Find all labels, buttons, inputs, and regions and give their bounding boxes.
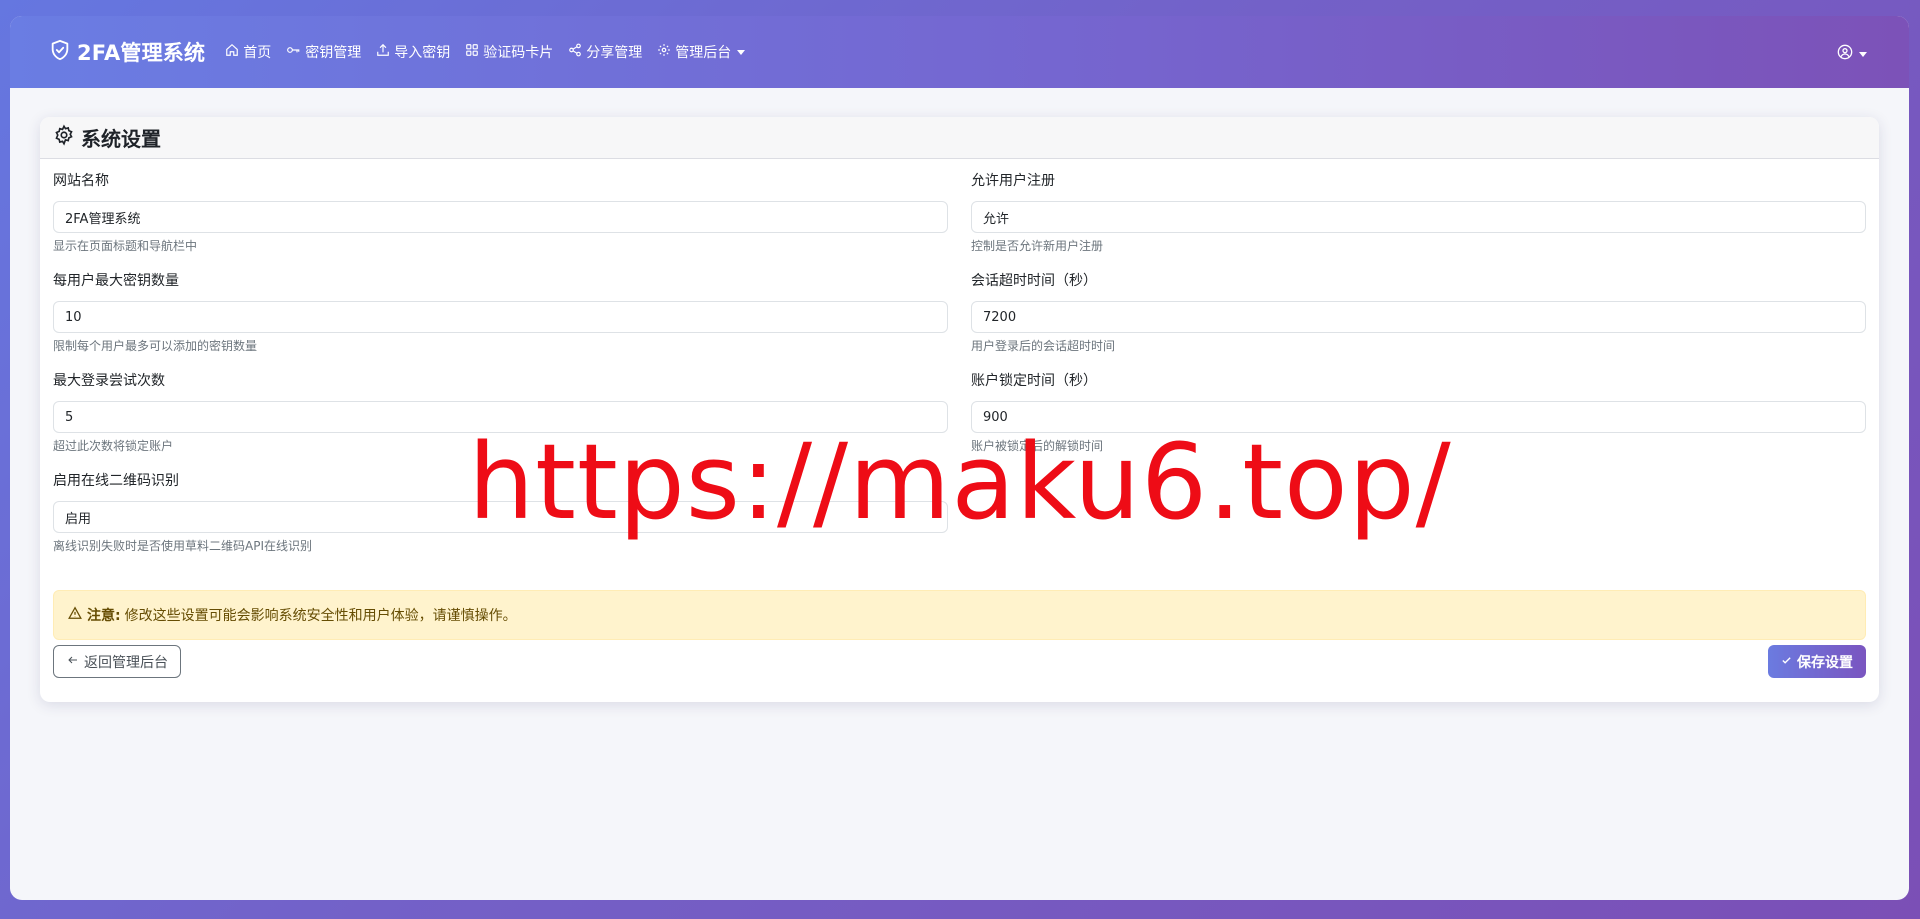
warning-icon bbox=[68, 606, 82, 624]
brand-title: 2FA管理系统 bbox=[77, 41, 206, 65]
card-header: 系统设置 bbox=[40, 117, 1879, 159]
field-allow-registration: 允许用户注册 允许 控制是否允许新用户注册 bbox=[971, 171, 1866, 254]
chevron-down-icon bbox=[737, 49, 746, 55]
field-max-keys: 每用户最大密钥数量 10 限制每个用户最多可以添加的密钥数量 bbox=[53, 271, 948, 354]
page-title: 系统设置 bbox=[81, 127, 161, 151]
field-help: 离线识别失败时是否使用草料二维码API在线识别 bbox=[53, 539, 312, 553]
field-help: 控制是否允许新用户注册 bbox=[971, 239, 1104, 253]
share-icon bbox=[568, 43, 586, 61]
nav-admin-dropdown[interactable]: 管理后台 bbox=[657, 42, 746, 62]
max-login-attempts-input[interactable]: 5 bbox=[53, 401, 948, 433]
field-max-login-attempts: 最大登录尝试次数 5 超过此次数将锁定账户 bbox=[53, 371, 948, 454]
field-lockout-time: 账户锁定时间（秒） 900 账户被锁定后的解锁时间 bbox=[971, 371, 1866, 454]
save-button-label: 保存设置 bbox=[1797, 654, 1853, 671]
warning-alert: 注意: 修改这些设置可能会影响系统安全性和用户体验，请谨慎操作。 bbox=[53, 590, 1866, 640]
field-help: 用户登录后的会话超时时间 bbox=[971, 339, 1116, 353]
back-button-label: 返回管理后台 bbox=[84, 654, 168, 671]
key-icon bbox=[286, 43, 305, 61]
field-label: 每用户最大密钥数量 bbox=[53, 273, 179, 289]
field-help: 超过此次数将锁定账户 bbox=[53, 439, 174, 453]
nav-import[interactable]: 导入密钥 bbox=[376, 42, 450, 62]
site-name-input[interactable]: 2FA管理系统 bbox=[53, 201, 948, 233]
app-window: 2FA管理系统 首页 密钥管理 导入密钥 验证码卡片 分享管理 管理后台 系统设… bbox=[10, 16, 1909, 900]
field-label: 会话超时时间（秒） bbox=[971, 273, 1097, 289]
arrow-left-icon bbox=[66, 654, 84, 670]
alert-text: 修改这些设置可能会影响系统安全性和用户体验，请谨慎操作。 bbox=[124, 608, 517, 624]
navbar: 2FA管理系统 首页 密钥管理 导入密钥 验证码卡片 分享管理 管理后台 bbox=[10, 16, 1909, 88]
nav-home-label: 首页 bbox=[243, 45, 272, 61]
field-label: 允许用户注册 bbox=[971, 173, 1055, 189]
settings-card: 系统设置 网站名称 2FA管理系统 显示在页面标题和导航栏中 允许用户注册 允许… bbox=[40, 117, 1879, 702]
field-help: 显示在页面标题和导航栏中 bbox=[53, 239, 198, 253]
nav-code-cards[interactable]: 验证码卡片 bbox=[465, 42, 553, 62]
save-button[interactable]: 保存设置 bbox=[1768, 645, 1866, 678]
field-label: 最大登录尝试次数 bbox=[53, 373, 165, 389]
upload-icon bbox=[376, 43, 394, 61]
nav-keys[interactable]: 密钥管理 bbox=[286, 42, 361, 62]
field-label: 账户锁定时间（秒） bbox=[971, 373, 1097, 389]
nav-keys-label: 密钥管理 bbox=[305, 45, 362, 61]
nav-home[interactable]: 首页 bbox=[225, 42, 271, 62]
field-help: 账户被锁定后的解锁时间 bbox=[971, 439, 1104, 453]
field-site-name: 网站名称 2FA管理系统 显示在页面标题和导航栏中 bbox=[53, 171, 948, 254]
max-keys-input[interactable]: 10 bbox=[53, 301, 948, 333]
nav-share[interactable]: 分享管理 bbox=[568, 42, 642, 62]
brand[interactable]: 2FA管理系统 bbox=[49, 37, 205, 67]
field-help: 限制每个用户最多可以添加的密钥数量 bbox=[53, 339, 258, 353]
field-online-qr: 启用在线二维码识别 启用 离线识别失败时是否使用草料二维码API在线识别 bbox=[53, 471, 948, 554]
back-button[interactable]: 返回管理后台 bbox=[53, 645, 181, 678]
nav-import-label: 导入密钥 bbox=[394, 45, 451, 61]
gear-icon bbox=[657, 43, 675, 61]
user-menu[interactable] bbox=[1837, 44, 1867, 64]
check-icon bbox=[1781, 654, 1797, 670]
field-label: 网站名称 bbox=[53, 173, 109, 189]
nav-admin-label: 管理后台 bbox=[675, 45, 732, 61]
online-qr-select[interactable]: 启用 bbox=[53, 501, 948, 533]
user-circle-icon bbox=[1837, 44, 1853, 64]
session-timeout-input[interactable]: 7200 bbox=[971, 301, 1866, 333]
main-nav: 首页 密钥管理 导入密钥 验证码卡片 分享管理 管理后台 bbox=[225, 42, 760, 62]
chevron-down-icon bbox=[1859, 51, 1867, 57]
lockout-time-input[interactable]: 900 bbox=[971, 401, 1866, 433]
alert-strong: 注意: bbox=[87, 608, 121, 624]
allow-registration-select[interactable]: 允许 bbox=[971, 201, 1866, 233]
shield-check-icon bbox=[49, 39, 77, 66]
nav-code-cards-label: 验证码卡片 bbox=[483, 45, 554, 61]
field-session-timeout: 会话超时时间（秒） 7200 用户登录后的会话超时时间 bbox=[971, 271, 1866, 354]
home-icon bbox=[225, 43, 243, 61]
grid-icon bbox=[465, 43, 483, 61]
field-label: 启用在线二维码识别 bbox=[53, 473, 179, 489]
nav-share-label: 分享管理 bbox=[586, 45, 643, 61]
gear-icon bbox=[53, 124, 81, 151]
